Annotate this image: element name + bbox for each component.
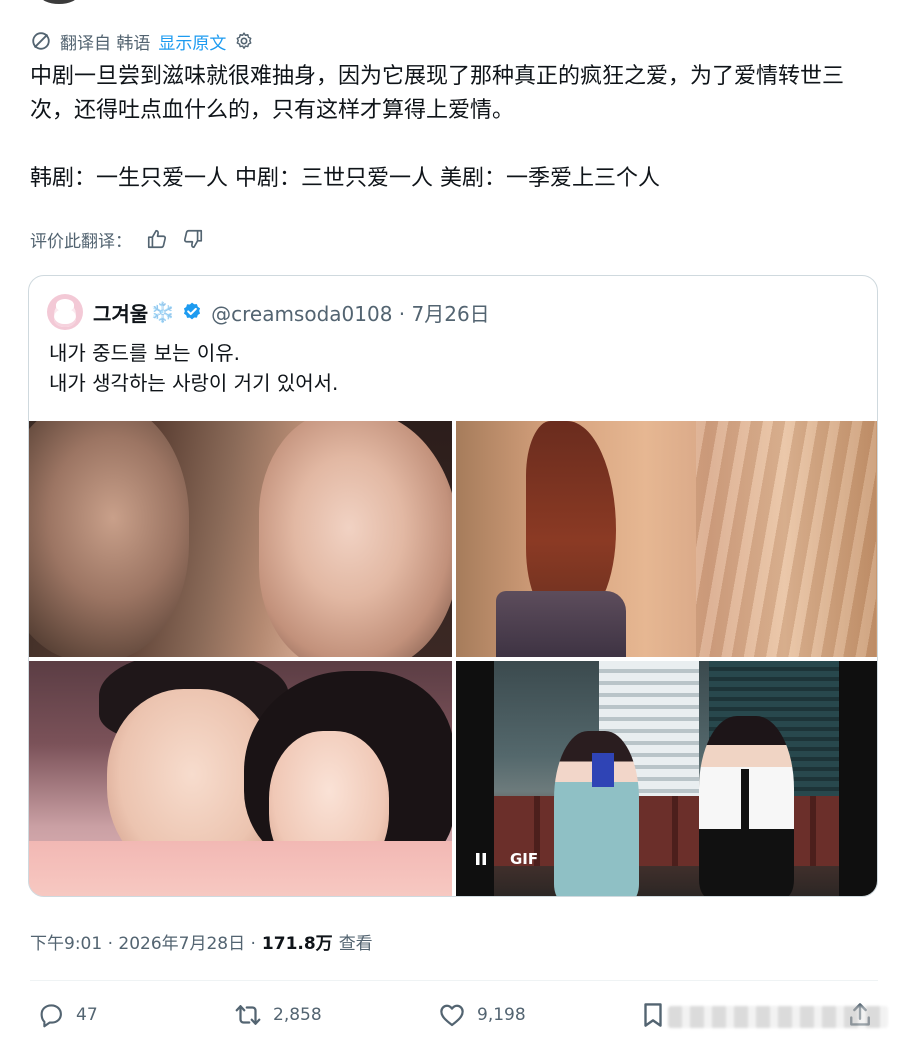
retweet-button[interactable]: 2,858: [233, 1000, 322, 1030]
avatar[interactable]: [47, 294, 83, 330]
media-image-hug[interactable]: [29, 661, 452, 896]
thumbs-up-icon[interactable]: [146, 228, 168, 250]
translation-source-label: 翻译自 韩语: [60, 33, 151, 54]
bookmark-icon: [638, 1000, 668, 1030]
retweet-count: 2,858: [273, 1005, 322, 1025]
quoted-text-line: 내가 생각하는 사랑이 거기 있어서.: [49, 371, 339, 395]
tweet-paragraph: 韩剧：一生只爱一人 中剧：三世只爱一人 美剧：一季爱上三个人: [30, 166, 660, 191]
timestamp[interactable]: 下午9:01 · 2026年7月28日 ·: [30, 929, 256, 954]
rate-translation: 评价此翻译：: [30, 226, 204, 252]
quoted-tweet-text: 내가 중드를 보는 이유. 내가 생각하는 사랑이 거기 있어서.: [49, 338, 338, 398]
thumbs-down-icon[interactable]: [182, 228, 204, 250]
media-image-closeup-couple[interactable]: [29, 421, 452, 657]
reply-count: 47: [76, 1005, 98, 1025]
watermark: [668, 1006, 888, 1028]
like-icon: [437, 1000, 467, 1030]
tweet-paragraph: 中剧一旦尝到滋味就很难抽身，因为它展现了那种真正的疯狂之爱，为了爱情转世三次，还…: [30, 64, 845, 123]
tweet-text: 中剧一旦尝到滋味就很难抽身，因为它展现了那种真正的疯狂之爱，为了爱情转世三次，还…: [30, 60, 880, 196]
translate-icon: [30, 30, 52, 52]
reply-button[interactable]: 47: [36, 1000, 98, 1030]
quoted-author-name[interactable]: 그겨울: [93, 298, 148, 327]
pause-icon[interactable]: [474, 852, 488, 866]
tweet-meta: 下午9:01 · 2026年7月28日 · 171.8万 查看: [30, 928, 373, 954]
retweet-icon: [233, 1000, 263, 1030]
verified-badge-icon: [181, 301, 203, 323]
quoted-tweet-header: 그겨울 ❄️ @creamsoda0108 · 7月26日: [47, 294, 490, 330]
media-image-dress-back[interactable]: [456, 421, 877, 657]
rate-translation-label: 评价此翻译：: [30, 231, 132, 252]
snowflake-icon: ❄️: [150, 300, 176, 324]
quoted-tweet[interactable]: 그겨울 ❄️ @creamsoda0108 · 7月26日 내가 중드를 보는 …: [28, 275, 878, 897]
divider: [30, 980, 878, 981]
quoted-text-line: 내가 중드를 보는 이유.: [49, 341, 241, 365]
gear-icon[interactable]: [234, 31, 254, 51]
like-button[interactable]: 9,198: [437, 1000, 526, 1030]
quoted-author-handle-date[interactable]: @creamsoda0108 · 7月26日: [211, 298, 490, 327]
gif-label: GIF: [510, 850, 539, 868]
media-grid: GIF: [29, 421, 877, 896]
views-count: 171.8万: [261, 933, 333, 954]
author-avatar[interactable]: [40, 0, 78, 4]
translation-info: 翻译自 韩语 显示原文: [30, 29, 254, 54]
views-label: 查看: [338, 933, 373, 954]
show-original-link[interactable]: 显示原文: [158, 29, 226, 54]
media-gif-waiting-room[interactable]: GIF: [456, 661, 877, 896]
like-count: 9,198: [477, 1005, 526, 1025]
gif-badge: GIF: [474, 846, 538, 872]
reply-icon: [36, 1000, 66, 1030]
